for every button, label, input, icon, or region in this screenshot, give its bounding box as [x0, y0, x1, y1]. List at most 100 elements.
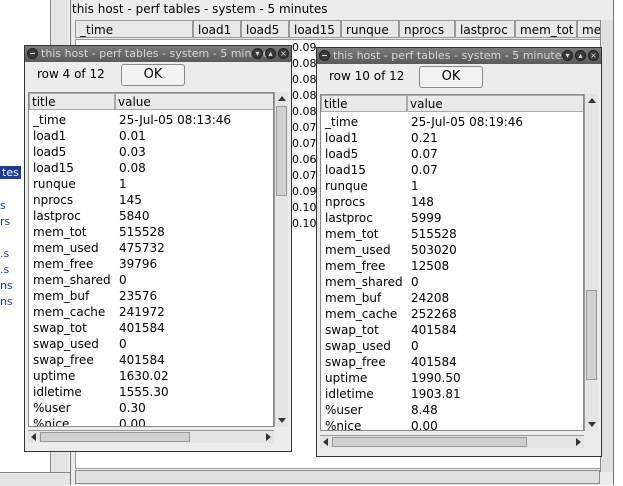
field-name: mem_free — [325, 259, 386, 273]
column-header-nprocs[interactable]: nprocs — [399, 20, 455, 38]
scroll-thumb[interactable] — [276, 106, 287, 196]
field-value: 5840 — [119, 209, 150, 223]
scroll-left-icon[interactable] — [31, 433, 36, 441]
column-header-lastproc[interactable]: lastproc — [455, 20, 515, 38]
background-window-title: this host - perf tables - system - 5 min… — [72, 2, 328, 16]
window-menu-icon[interactable] — [27, 48, 38, 59]
field-name: uptime — [325, 371, 368, 385]
field-value: 252268 — [411, 307, 457, 321]
popup-vscrollbar[interactable] — [274, 92, 288, 427]
popup-hscrollbar[interactable] — [320, 435, 584, 448]
scroll-down-icon[interactable] — [588, 422, 596, 427]
field-value: 0.00 — [119, 417, 146, 427]
field-name: mem_tot — [325, 227, 379, 241]
field-name: mem_tot — [33, 225, 87, 239]
scroll-right-icon[interactable] — [266, 433, 271, 441]
field-value: 475732 — [119, 241, 165, 255]
left-panel-item[interactable]: .s — [0, 247, 9, 260]
field-name: uptime — [33, 369, 76, 383]
field-name: swap_used — [325, 339, 391, 353]
column-header-runque[interactable]: runque — [341, 20, 399, 38]
record-popup-row-10: this host - perf tables - system - 5 min… — [316, 47, 602, 457]
left-panel-item[interactable]: s — [0, 199, 6, 212]
field-name: mem_cache — [33, 305, 106, 319]
field-value: 1555.30 — [119, 385, 169, 399]
left-panel-item[interactable]: ns — [0, 279, 13, 292]
scroll-down-icon[interactable] — [278, 418, 286, 423]
maximize-icon[interactable]: ▴ — [265, 48, 276, 59]
record-table: title value _time 25-Jul-05 08:19:46 load1… — [320, 94, 584, 431]
background-hscrollbar[interactable] — [75, 470, 600, 484]
row-indicator: row 4 of 12 — [37, 67, 105, 81]
scroll-left-icon[interactable] — [323, 438, 328, 446]
column-header-time[interactable]: _time — [75, 20, 193, 38]
ok-button[interactable]: OK — [419, 66, 483, 88]
background-table-header: _time load1 load5 load15 runque nprocs l… — [75, 20, 610, 39]
field-name: %nice — [33, 417, 70, 427]
field-name: mem_shared — [325, 275, 403, 289]
popup-titlebar[interactable]: this host - perf tables - system - 5 min… — [25, 46, 291, 62]
table-cell: 0.08 — [292, 57, 317, 70]
close-icon[interactable]: × — [278, 48, 289, 59]
right-edge-window — [613, 0, 623, 485]
column-header-load1[interactable]: load1 — [193, 20, 241, 38]
left-panel-item[interactable]: ns — [0, 295, 13, 308]
popup-vscrollbar[interactable] — [584, 94, 598, 431]
column-header-title[interactable]: title — [29, 93, 115, 110]
background-load15-column: 0.09 0.08 0.08 0.08 0.08 0.07 0.07 0.06 … — [292, 40, 317, 232]
field-value: 8.48 — [411, 403, 438, 417]
table-cell: 0.10 — [292, 201, 317, 214]
column-header-title[interactable]: title — [321, 95, 407, 112]
field-name: runque — [33, 177, 76, 191]
maximize-icon[interactable]: ▴ — [575, 50, 586, 61]
field-name: swap_free — [325, 355, 386, 369]
minimize-icon[interactable]: ▾ — [252, 48, 263, 59]
field-value: 0 — [119, 337, 127, 351]
column-header-load15[interactable]: load15 — [289, 20, 341, 38]
popup-hscrollbar[interactable] — [28, 430, 274, 443]
column-header-value[interactable]: value — [407, 95, 583, 112]
scroll-thumb[interactable] — [586, 290, 597, 380]
field-name: idletime — [33, 385, 82, 399]
popup-toolbar: row 10 of 12 OK — [319, 66, 599, 90]
left-panel-item[interactable]: rs — [0, 215, 10, 228]
left-panel-hscrollbar[interactable] — [0, 472, 70, 486]
column-header-value[interactable]: value — [115, 93, 273, 110]
popup-titlebar[interactable]: this host - perf tables - system - 5 min… — [317, 48, 601, 64]
field-value: 25-Jul-05 08:13:46 — [119, 113, 232, 127]
table-cell: 0.08 — [292, 73, 317, 86]
table-cell: 0.07 — [292, 169, 317, 182]
record-table: title value _time 25-Jul-05 08:13:46 load1… — [28, 92, 274, 427]
left-panel-item[interactable]: .s — [0, 263, 9, 276]
field-value: 0 — [411, 275, 419, 289]
left-panel-selected-item[interactable]: tes — [0, 166, 21, 179]
close-icon[interactable]: × — [588, 50, 599, 61]
field-value: 401584 — [119, 321, 165, 335]
window-menu-icon[interactable] — [319, 50, 330, 61]
column-header-mem-tot[interactable]: mem_tot — [515, 20, 577, 38]
scroll-thumb[interactable] — [332, 437, 527, 447]
field-value: 1990.50 — [411, 371, 461, 385]
scroll-up-icon[interactable] — [278, 96, 286, 101]
scroll-right-icon[interactable] — [576, 438, 581, 446]
table-cell: 0.07 — [292, 121, 317, 134]
field-value: 12508 — [411, 259, 450, 273]
field-name: load5 — [33, 145, 67, 159]
field-value: 401584 — [411, 355, 457, 369]
field-name: idletime — [325, 387, 374, 401]
column-header-load5[interactable]: load5 — [241, 20, 289, 38]
scroll-thumb[interactable] — [40, 432, 190, 442]
field-name: load15 — [33, 161, 74, 175]
field-value: 0.07 — [411, 163, 438, 177]
field-value: 148 — [411, 195, 434, 209]
field-value: 241972 — [119, 305, 165, 319]
ok-button[interactable]: OK — [121, 64, 185, 86]
field-value: 0 — [119, 273, 127, 287]
field-name: swap_used — [33, 337, 99, 351]
field-name: swap_tot — [325, 323, 379, 337]
field-value: 0.03 — [119, 145, 146, 159]
field-name: mem_buf — [325, 291, 382, 305]
minimize-icon[interactable]: ▾ — [562, 50, 573, 61]
scroll-up-icon[interactable] — [588, 98, 596, 103]
field-value: 0.07 — [411, 147, 438, 161]
